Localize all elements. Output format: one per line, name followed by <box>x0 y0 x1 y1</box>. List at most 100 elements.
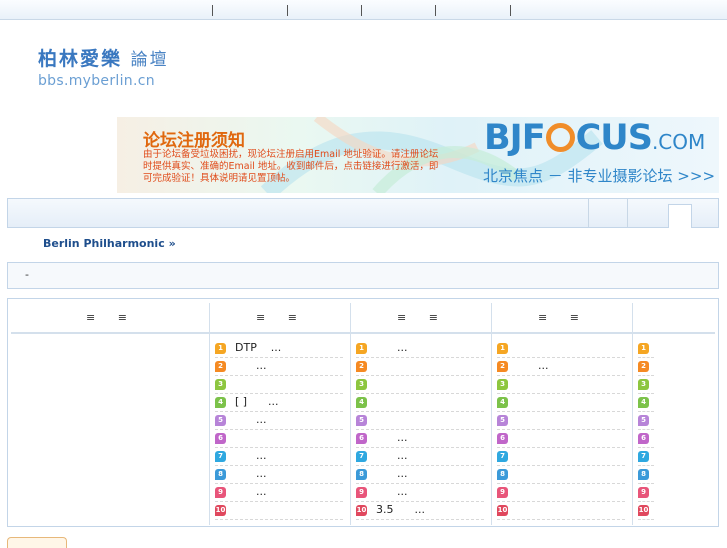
list-item[interactable]: 8 ... <box>356 466 484 484</box>
rank-number-icon: 10 <box>356 505 367 516</box>
nav-tab[interactable] <box>627 199 666 227</box>
list-item[interactable]: 4 <box>638 394 654 412</box>
rank-number-icon: 4 <box>638 397 649 408</box>
toolbar-separator <box>510 5 511 16</box>
rank-number-icon: 6 <box>356 433 367 444</box>
list-item-title[interactable]: ... <box>235 485 267 498</box>
list-item[interactable]: 9 ... <box>215 484 343 502</box>
list-item-title[interactable]: ... <box>235 449 267 462</box>
list-item[interactable]: 6 <box>638 430 654 448</box>
rank-number-icon: 4 <box>356 397 367 408</box>
list-item-title[interactable]: ... <box>235 359 267 372</box>
list-item[interactable]: 6 <box>497 430 625 448</box>
list-item[interactable]: 4 <box>497 394 625 412</box>
rank-number-icon: 5 <box>356 415 367 426</box>
column-header: ≡ ≡ <box>397 311 441 324</box>
ranking-list: 1 ... 2 3 4 5 6 ... 7 ... 8 ... 9 ... 10 3.5 ... <box>356 340 484 520</box>
rank-number-icon: 5 <box>497 415 508 426</box>
list-item[interactable]: 3 <box>356 376 484 394</box>
list-item[interactable]: 10 <box>497 502 625 520</box>
list-item[interactable]: 10 <box>215 502 343 520</box>
rank-number-icon: 3 <box>356 379 367 390</box>
list-item-title[interactable]: ... <box>376 341 408 354</box>
nav-tab[interactable] <box>588 199 627 227</box>
list-item[interactable]: 4 [ ] ... <box>215 394 343 412</box>
list-item[interactable]: 8 <box>497 466 625 484</box>
list-item[interactable]: 2 ... <box>497 358 625 376</box>
banner-notice-title: 论坛注册须知 <box>143 131 245 151</box>
list-item[interactable]: 1 <box>638 340 654 358</box>
rank-number-icon: 4 <box>497 397 508 408</box>
rank-number-icon: 9 <box>215 487 226 498</box>
list-item-title[interactable]: ... <box>376 485 408 498</box>
rank-number-icon: 7 <box>356 451 367 462</box>
list-item[interactable]: 10 <box>638 502 654 520</box>
toolbar-separator <box>212 5 213 16</box>
banner-slogan: 北京焦点 － 非专业摄影论坛 >>> <box>483 167 716 185</box>
column-header: ≡ ≡ <box>86 311 130 324</box>
list-item[interactable]: 9 <box>497 484 625 502</box>
column-divider <box>209 303 210 525</box>
list-item[interactable]: 5 <box>356 412 484 430</box>
logo-url: bbs.myberlin.cn <box>38 73 155 89</box>
list-item[interactable]: 3 <box>215 376 343 394</box>
list-item-title[interactable]: ... <box>235 467 267 480</box>
bottom-button[interactable] <box>7 537 67 548</box>
list-item[interactable]: 3 <box>638 376 654 394</box>
list-item[interactable]: 9 <box>638 484 654 502</box>
list-item[interactable]: 10 3.5 ... <box>356 502 484 520</box>
list-item-title[interactable]: ... <box>376 431 408 444</box>
list-item[interactable]: 2 <box>356 358 484 376</box>
list-item[interactable]: 9 ... <box>356 484 484 502</box>
list-item[interactable]: 6 <box>215 430 343 448</box>
list-item-title[interactable]: ... <box>235 413 267 426</box>
rank-number-icon: 7 <box>497 451 508 462</box>
rank-number-icon: 8 <box>497 469 508 480</box>
rank-number-icon: 10 <box>497 505 508 516</box>
list-item[interactable]: 6 ... <box>356 430 484 448</box>
nav-tab-active[interactable] <box>668 204 692 228</box>
rank-number-icon: 5 <box>215 415 226 426</box>
list-item-title[interactable]: [ ] ... <box>235 395 279 408</box>
list-item[interactable]: 8 <box>638 466 654 484</box>
site-logo[interactable]: 柏林愛樂 論壇 bbs.myberlin.cn <box>38 44 169 89</box>
list-item-title[interactable]: DTP ... <box>235 341 281 354</box>
list-item-title[interactable]: ... <box>376 467 408 480</box>
breadcrumb-link[interactable]: Berlin Philharmonic <box>43 237 165 250</box>
rank-number-icon: 8 <box>638 469 649 480</box>
rank-number-icon: 3 <box>215 379 226 390</box>
rank-number-icon: 2 <box>497 361 508 372</box>
list-item[interactable]: 3 <box>497 376 625 394</box>
list-item[interactable]: 5 <box>497 412 625 430</box>
rank-number-icon: 8 <box>356 469 367 480</box>
list-item[interactable]: 1 <box>497 340 625 358</box>
list-item[interactable]: 7 <box>638 448 654 466</box>
rank-number-icon: 8 <box>215 469 226 480</box>
list-item[interactable]: 7 ... <box>215 448 343 466</box>
list-item[interactable]: 2 <box>638 358 654 376</box>
rank-number-icon: 1 <box>638 343 649 354</box>
list-item-title[interactable]: ... <box>517 359 549 372</box>
list-item-title[interactable]: ... <box>376 449 408 462</box>
list-item[interactable]: 1 DTP ... <box>215 340 343 358</box>
logo-title: 柏林愛樂 論壇 <box>38 48 169 70</box>
column-divider <box>491 303 492 525</box>
list-item[interactable]: 1 ... <box>356 340 484 358</box>
list-item[interactable]: 5 ... <box>215 412 343 430</box>
list-item[interactable]: 2 ... <box>215 358 343 376</box>
list-item[interactable]: 7 ... <box>356 448 484 466</box>
list-item[interactable]: 8 ... <box>215 466 343 484</box>
rank-number-icon: 3 <box>638 379 649 390</box>
list-item[interactable]: 4 <box>356 394 484 412</box>
list-item[interactable]: 7 <box>497 448 625 466</box>
column-header: ≡ ≡ <box>538 311 582 324</box>
rank-number-icon: 7 <box>638 451 649 462</box>
ad-banner[interactable]: 论坛注册须知 由于论坛备受垃圾困扰，现论坛注册启用Email 地址验证。请注册论… <box>117 117 719 193</box>
header-divider <box>11 332 715 334</box>
rank-number-icon: 1 <box>215 343 226 354</box>
list-item[interactable]: 5 <box>638 412 654 430</box>
rank-number-icon: 4 <box>215 397 226 408</box>
banner-notice-body: 由于论坛备受垃圾困扰，现论坛注册启用Email 地址验证。请注册论坛时提供真实、… <box>143 149 439 184</box>
list-item-title[interactable]: 3.5 ... <box>376 503 425 516</box>
ranking-list: 1 DTP ... 2 ... 3 4[ ] ... 5 ... 6 7 ... 8 ... 9 … <box>215 340 343 520</box>
